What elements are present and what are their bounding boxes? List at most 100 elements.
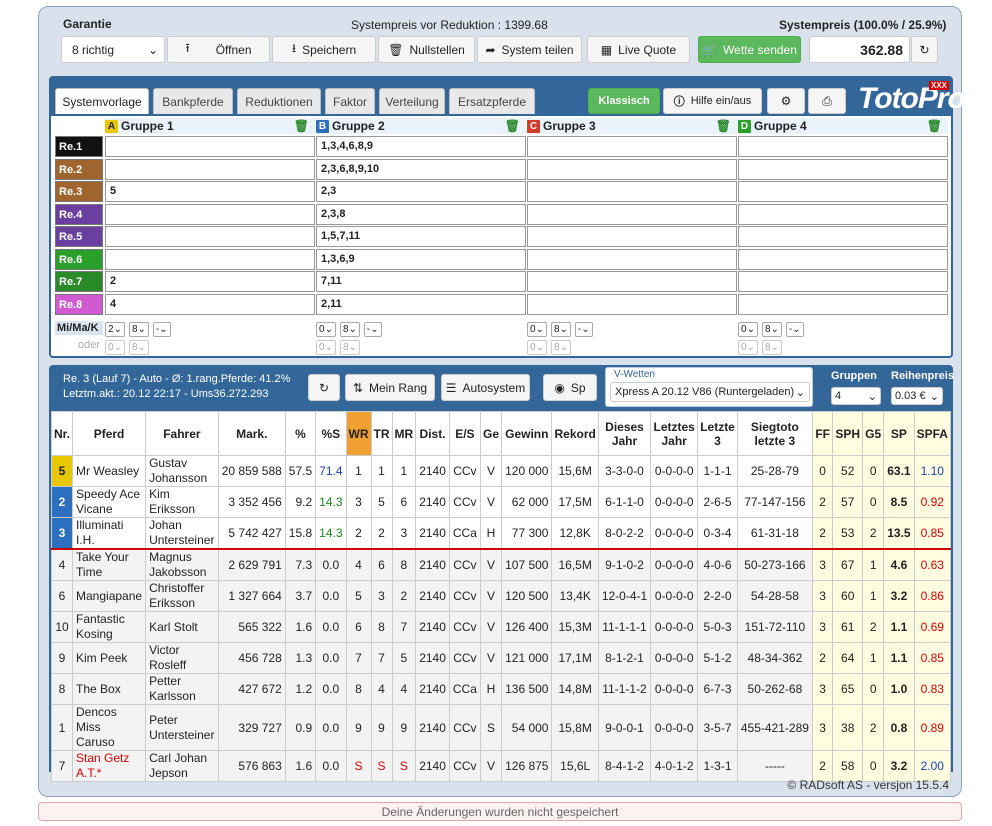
column-header[interactable]: WR [345,411,372,456]
group-cell-input[interactable]: 2,3 [316,181,526,202]
column-header[interactable]: Letzte 3 [697,411,738,456]
print-button[interactable]: ⎙ [808,88,846,114]
group-cell-input[interactable] [738,226,948,247]
group-cell-input[interactable] [105,226,315,247]
group-cell-input[interactable] [738,248,948,270]
group-cell-input[interactable] [527,248,737,270]
sp-button[interactable]: ◉ Sp [543,374,597,401]
column-header[interactable]: % [284,411,317,456]
live-quote-button[interactable]: ▦ Live Quote [587,36,690,63]
settings-button[interactable]: ⚙ [767,88,805,114]
oder-select[interactable]: 0 ⌄ [527,340,547,355]
table-row[interactable]: 7 Stan Getz A.T.* Carl Johan Jepson 576 863… [50,750,952,782]
tab-bankpferde[interactable]: Bankpferde [153,88,233,114]
oder-select[interactable]: 0 ⌄ [316,340,336,355]
mimak-select[interactable]: - ⌄ [574,322,593,337]
group-cell-input[interactable] [105,158,315,180]
reset-button[interactable]: 🗑 Nullstellen [378,36,475,63]
group-cell-input[interactable] [527,271,737,292]
group-cell-input[interactable] [527,203,737,225]
refresh-price-button[interactable]: ↻ [911,36,938,63]
group-cell-input[interactable]: 5 [105,181,315,202]
oder-select[interactable]: 0 ⌄ [738,340,758,355]
table-row[interactable]: 6 Mangiapane Christoffer Eriksson 1 327 664… [50,580,952,612]
group-cell-input[interactable]: 2,11 [316,293,526,315]
table-row[interactable]: 10 Fantastic Kosing Karl Stolt 565 322 1.6 0.… [50,611,952,643]
tab-faktor[interactable]: Faktor [325,88,375,114]
table-row[interactable]: 2 Speedy Ace Vicane Kim Eriksson 3 352 456 9… [50,486,952,518]
column-header[interactable]: Rekord [551,411,599,456]
group-cell-input[interactable] [738,293,948,315]
tab-systemvorlage[interactable]: Systemvorlage [55,88,149,114]
mimak-select[interactable]: 8 ⌄ [761,322,782,337]
mimak-select[interactable]: 0 ⌄ [527,322,547,337]
table-row[interactable]: 4 Take Your Time Magnus Jakobsson 2 629 791… [50,548,952,581]
column-header[interactable]: FF [811,411,834,456]
group-cell-input[interactable] [105,203,315,225]
table-row[interactable]: 5 Mr Weasley Gustav Johansson 20 859 588 57.… [50,455,952,487]
group-cell-input[interactable] [738,203,948,225]
group-cell-input[interactable] [738,158,948,180]
mimak-select[interactable]: - ⌄ [152,322,171,337]
mimak-select[interactable]: - ⌄ [363,322,382,337]
group-cell-input[interactable] [738,271,948,292]
group-cell-input[interactable] [527,293,737,315]
richtig-select[interactable]: 8 richtig ⌄ [61,36,165,63]
send-bet-button[interactable]: 🛒 Wette senden [698,36,801,63]
column-header[interactable]: G5 [862,411,885,456]
oder-select[interactable]: 8 ⌄ [550,340,571,355]
group-cell-input[interactable]: 4 [105,293,315,315]
group-cell-input[interactable]: 7,11 [316,271,526,292]
column-header[interactable]: E/S [448,411,481,456]
open-button[interactable]: ⭱ Öffnen [167,36,270,63]
mein-rang-button[interactable]: ⇅ Mein Rang [345,374,435,401]
group-cell-input[interactable] [105,248,315,270]
mimak-select[interactable]: 8 ⌄ [550,322,571,337]
mimak-select[interactable]: - ⌄ [785,322,804,337]
trash-icon[interactable]: 🗑 [294,119,315,133]
mimak-select[interactable]: 8 ⌄ [128,322,149,337]
group-cell-input[interactable] [527,181,737,202]
group-cell-input[interactable] [738,136,948,157]
column-header[interactable]: SPFA [913,411,952,456]
column-header[interactable]: MR [391,411,417,456]
column-header[interactable]: Nr. [50,411,74,456]
refresh-race-button[interactable]: ↻ [308,374,340,401]
table-row[interactable]: 9 Kim Peek Victor Rosleff 456 728 1.3 0.0 7 7 5 2… [50,642,952,674]
group-cell-input[interactable] [527,226,737,247]
klassisch-button[interactable]: Klassisch [588,88,660,114]
column-header[interactable]: Dist. [415,411,450,456]
group-cell-input[interactable]: 1,5,7,11 [316,226,526,247]
oder-select[interactable]: 8 ⌄ [339,340,360,355]
tab-reduktionen[interactable]: Reduktionen [237,88,321,114]
mimak-select[interactable]: 0 ⌄ [738,322,758,337]
column-header[interactable]: SP [883,411,915,456]
column-header[interactable]: Letztes Jahr [650,411,699,456]
group-cell-input[interactable]: 2,3,6,8,9,10 [316,158,526,180]
save-button[interactable]: ⭳ Speichern [272,36,376,63]
trash-icon[interactable]: 🗑 [716,119,737,133]
table-row[interactable]: 8 The Box Petter Karlsson 427 672 1.2 0.0 8 4 4 2… [50,673,952,705]
oder-select[interactable]: 8 ⌄ [128,340,149,355]
column-header[interactable]: %S [315,411,347,456]
mimak-select[interactable]: 0 ⌄ [316,322,336,337]
oder-select[interactable]: 8 ⌄ [761,340,782,355]
column-header[interactable]: Fahrer [145,411,219,456]
group-cell-input[interactable]: 2,3,8 [316,203,526,225]
gruppen-select[interactable]: 4 ⌄ [831,387,881,405]
table-row[interactable]: 1 Dencos Miss Caruso Peter Untersteiner 329… [50,704,952,751]
column-header[interactable]: TR [370,411,393,456]
column-header[interactable]: Siegtoto letzte 3 [736,411,813,456]
tab-ersatzpferde[interactable]: Ersatzpferde [449,88,535,114]
group-cell-input[interactable]: 2 [105,271,315,292]
group-cell-input[interactable] [527,158,737,180]
share-button[interactable]: ➦ System teilen [477,36,582,63]
mimak-select[interactable]: 2 ⌄ [105,322,125,337]
trash-icon[interactable]: 🗑 [927,119,948,133]
column-header[interactable]: SPH [832,411,864,456]
group-cell-input[interactable] [527,136,737,157]
group-cell-input[interactable]: 1,3,6,9 [316,248,526,270]
column-header[interactable]: Gewinn [501,411,553,456]
mimak-select[interactable]: 8 ⌄ [339,322,360,337]
vwetten-select[interactable]: Xpress A 20.12 V86 (Runtergeladen) ⌄ [610,382,810,402]
